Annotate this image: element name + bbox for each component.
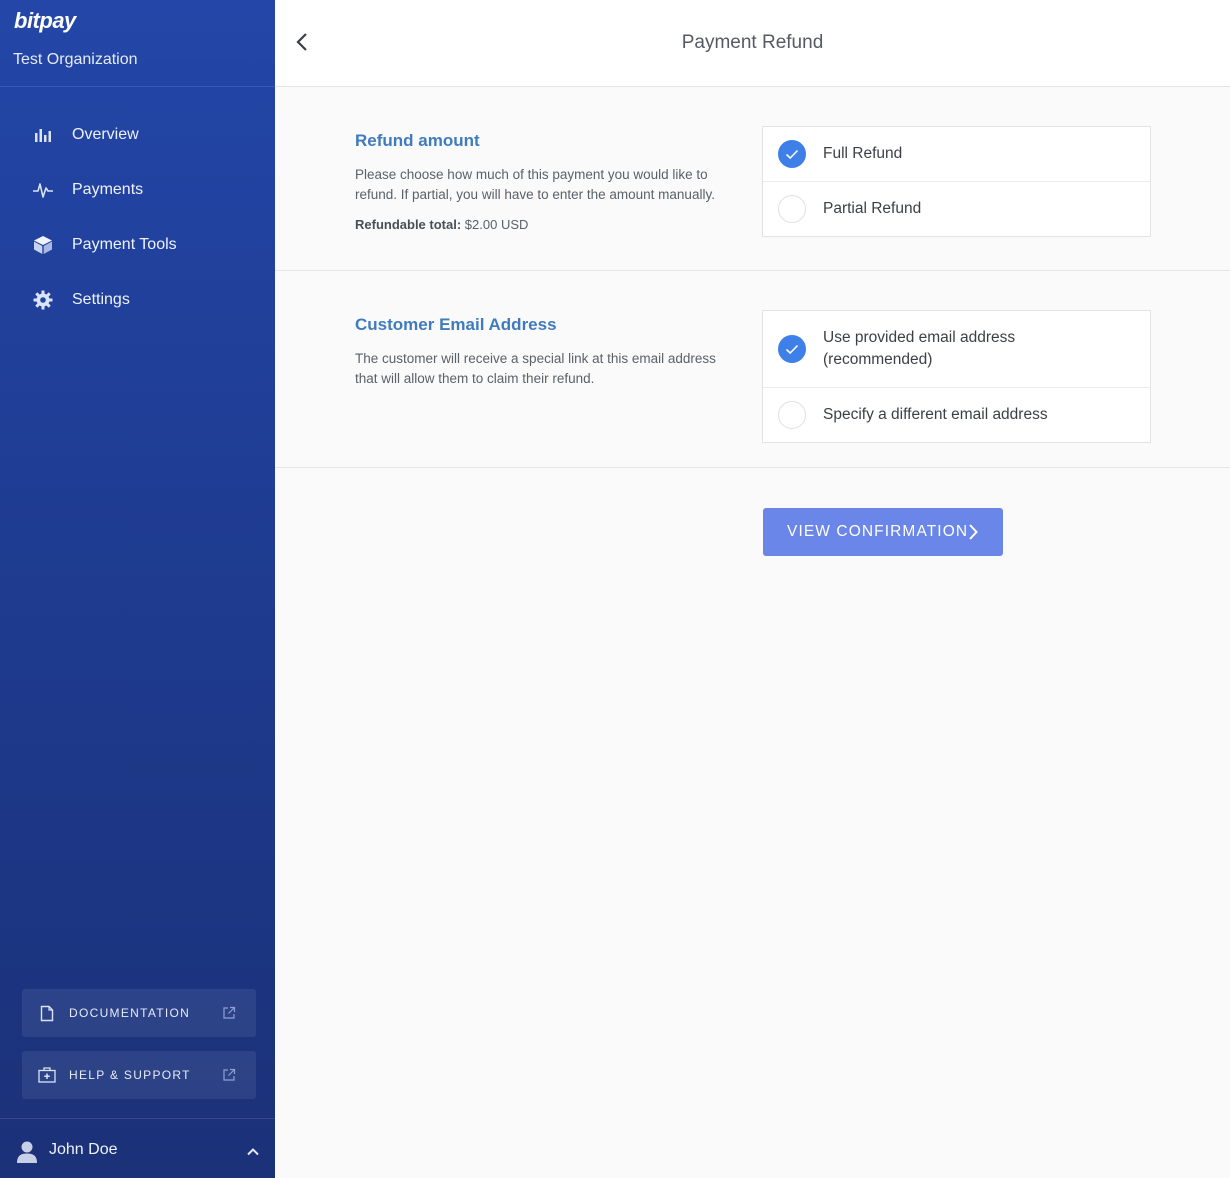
page-title: Payment Refund — [681, 32, 824, 53]
radio-unchecked[interactable] — [778, 195, 806, 223]
sidebar: bitpay Test Organization Overview Paymen… — [0, 0, 275, 1178]
refundable-total-label: Refundable total: — [355, 217, 462, 232]
option-label: Partial Refund — [823, 200, 922, 217]
first-aid-kit-icon — [38, 1066, 56, 1084]
option-specify-different-email[interactable]: Specify a different email address — [763, 388, 1150, 442]
sidebar-item-label: Payment Tools — [72, 236, 177, 253]
sidebar-item-settings[interactable]: Settings — [0, 278, 275, 322]
refundable-total-value: $2.00 USD — [464, 217, 529, 232]
documentation-button[interactable]: DOCUMENTATION — [22, 989, 256, 1037]
option-partial-refund[interactable]: Partial Refund — [763, 182, 1150, 236]
brand-logo[interactable]: bitpay — [14, 8, 76, 34]
customer-email-section: Customer Email Address The customer will… — [275, 271, 1230, 468]
radio-checked[interactable] — [778, 140, 806, 168]
section-description: The customer will receive a special link… — [355, 351, 716, 386]
sidebar-item-payment-tools[interactable]: Payment Tools — [0, 223, 275, 267]
sidebar-divider — [0, 86, 275, 87]
section-description: Please choose how much of this payment y… — [355, 167, 715, 202]
help-support-label: HELP & SUPPORT — [69, 1068, 191, 1082]
option-label: Use provided email address (recommended) — [823, 329, 1016, 368]
refundable-total: Refundable total: $2.00 USD — [355, 217, 528, 232]
sidebar-item-label: Settings — [72, 291, 130, 308]
document-icon — [38, 1004, 56, 1022]
page-header: Payment Refund — [275, 0, 1230, 87]
help-support-button[interactable]: HELP & SUPPORT — [22, 1051, 256, 1099]
sidebar-item-payments[interactable]: Payments — [0, 168, 275, 212]
section-title: Customer Email Address — [355, 315, 557, 334]
option-full-refund[interactable]: Full Refund — [763, 127, 1150, 182]
refund-amount-section: Refund amount Please choose how much of … — [275, 87, 1230, 271]
bar-chart-icon — [32, 124, 54, 146]
external-link-icon — [222, 1068, 236, 1082]
documentation-label: DOCUMENTATION — [69, 1006, 191, 1020]
user-name: John Doe — [49, 1141, 118, 1158]
refund-options: Full Refund Partial Refund — [762, 126, 1151, 237]
check-icon — [785, 149, 799, 159]
chevron-up-icon — [245, 1144, 261, 1160]
check-icon — [785, 344, 799, 354]
cube-icon — [32, 234, 54, 256]
option-label: Full Refund — [823, 145, 903, 162]
email-options: Use provided email address (recommended)… — [762, 310, 1151, 443]
user-avatar-icon — [16, 1140, 38, 1164]
chevron-right-icon — [969, 524, 978, 540]
view-confirmation-button[interactable]: VIEW CONFIRMATION — [763, 508, 1003, 556]
section-title: Refund amount — [355, 131, 480, 150]
organization-name: Test Organization — [13, 51, 138, 68]
user-menu[interactable]: John Doe — [0, 1124, 275, 1176]
gear-icon — [32, 289, 54, 311]
pulse-icon — [32, 179, 54, 201]
option-label: Specify a different email address — [823, 406, 1048, 423]
sidebar-item-label: Payments — [72, 181, 144, 198]
radio-checked[interactable] — [778, 335, 806, 363]
option-use-provided-email[interactable]: Use provided email address (recommended) — [763, 311, 1150, 388]
view-confirmation-label: VIEW CONFIRMATION — [787, 523, 969, 540]
sidebar-item-overview[interactable]: Overview — [0, 113, 275, 157]
radio-unchecked[interactable] — [778, 401, 806, 429]
external-link-icon — [222, 1006, 236, 1020]
sidebar-item-label: Overview — [72, 126, 139, 143]
user-divider — [0, 1118, 275, 1119]
